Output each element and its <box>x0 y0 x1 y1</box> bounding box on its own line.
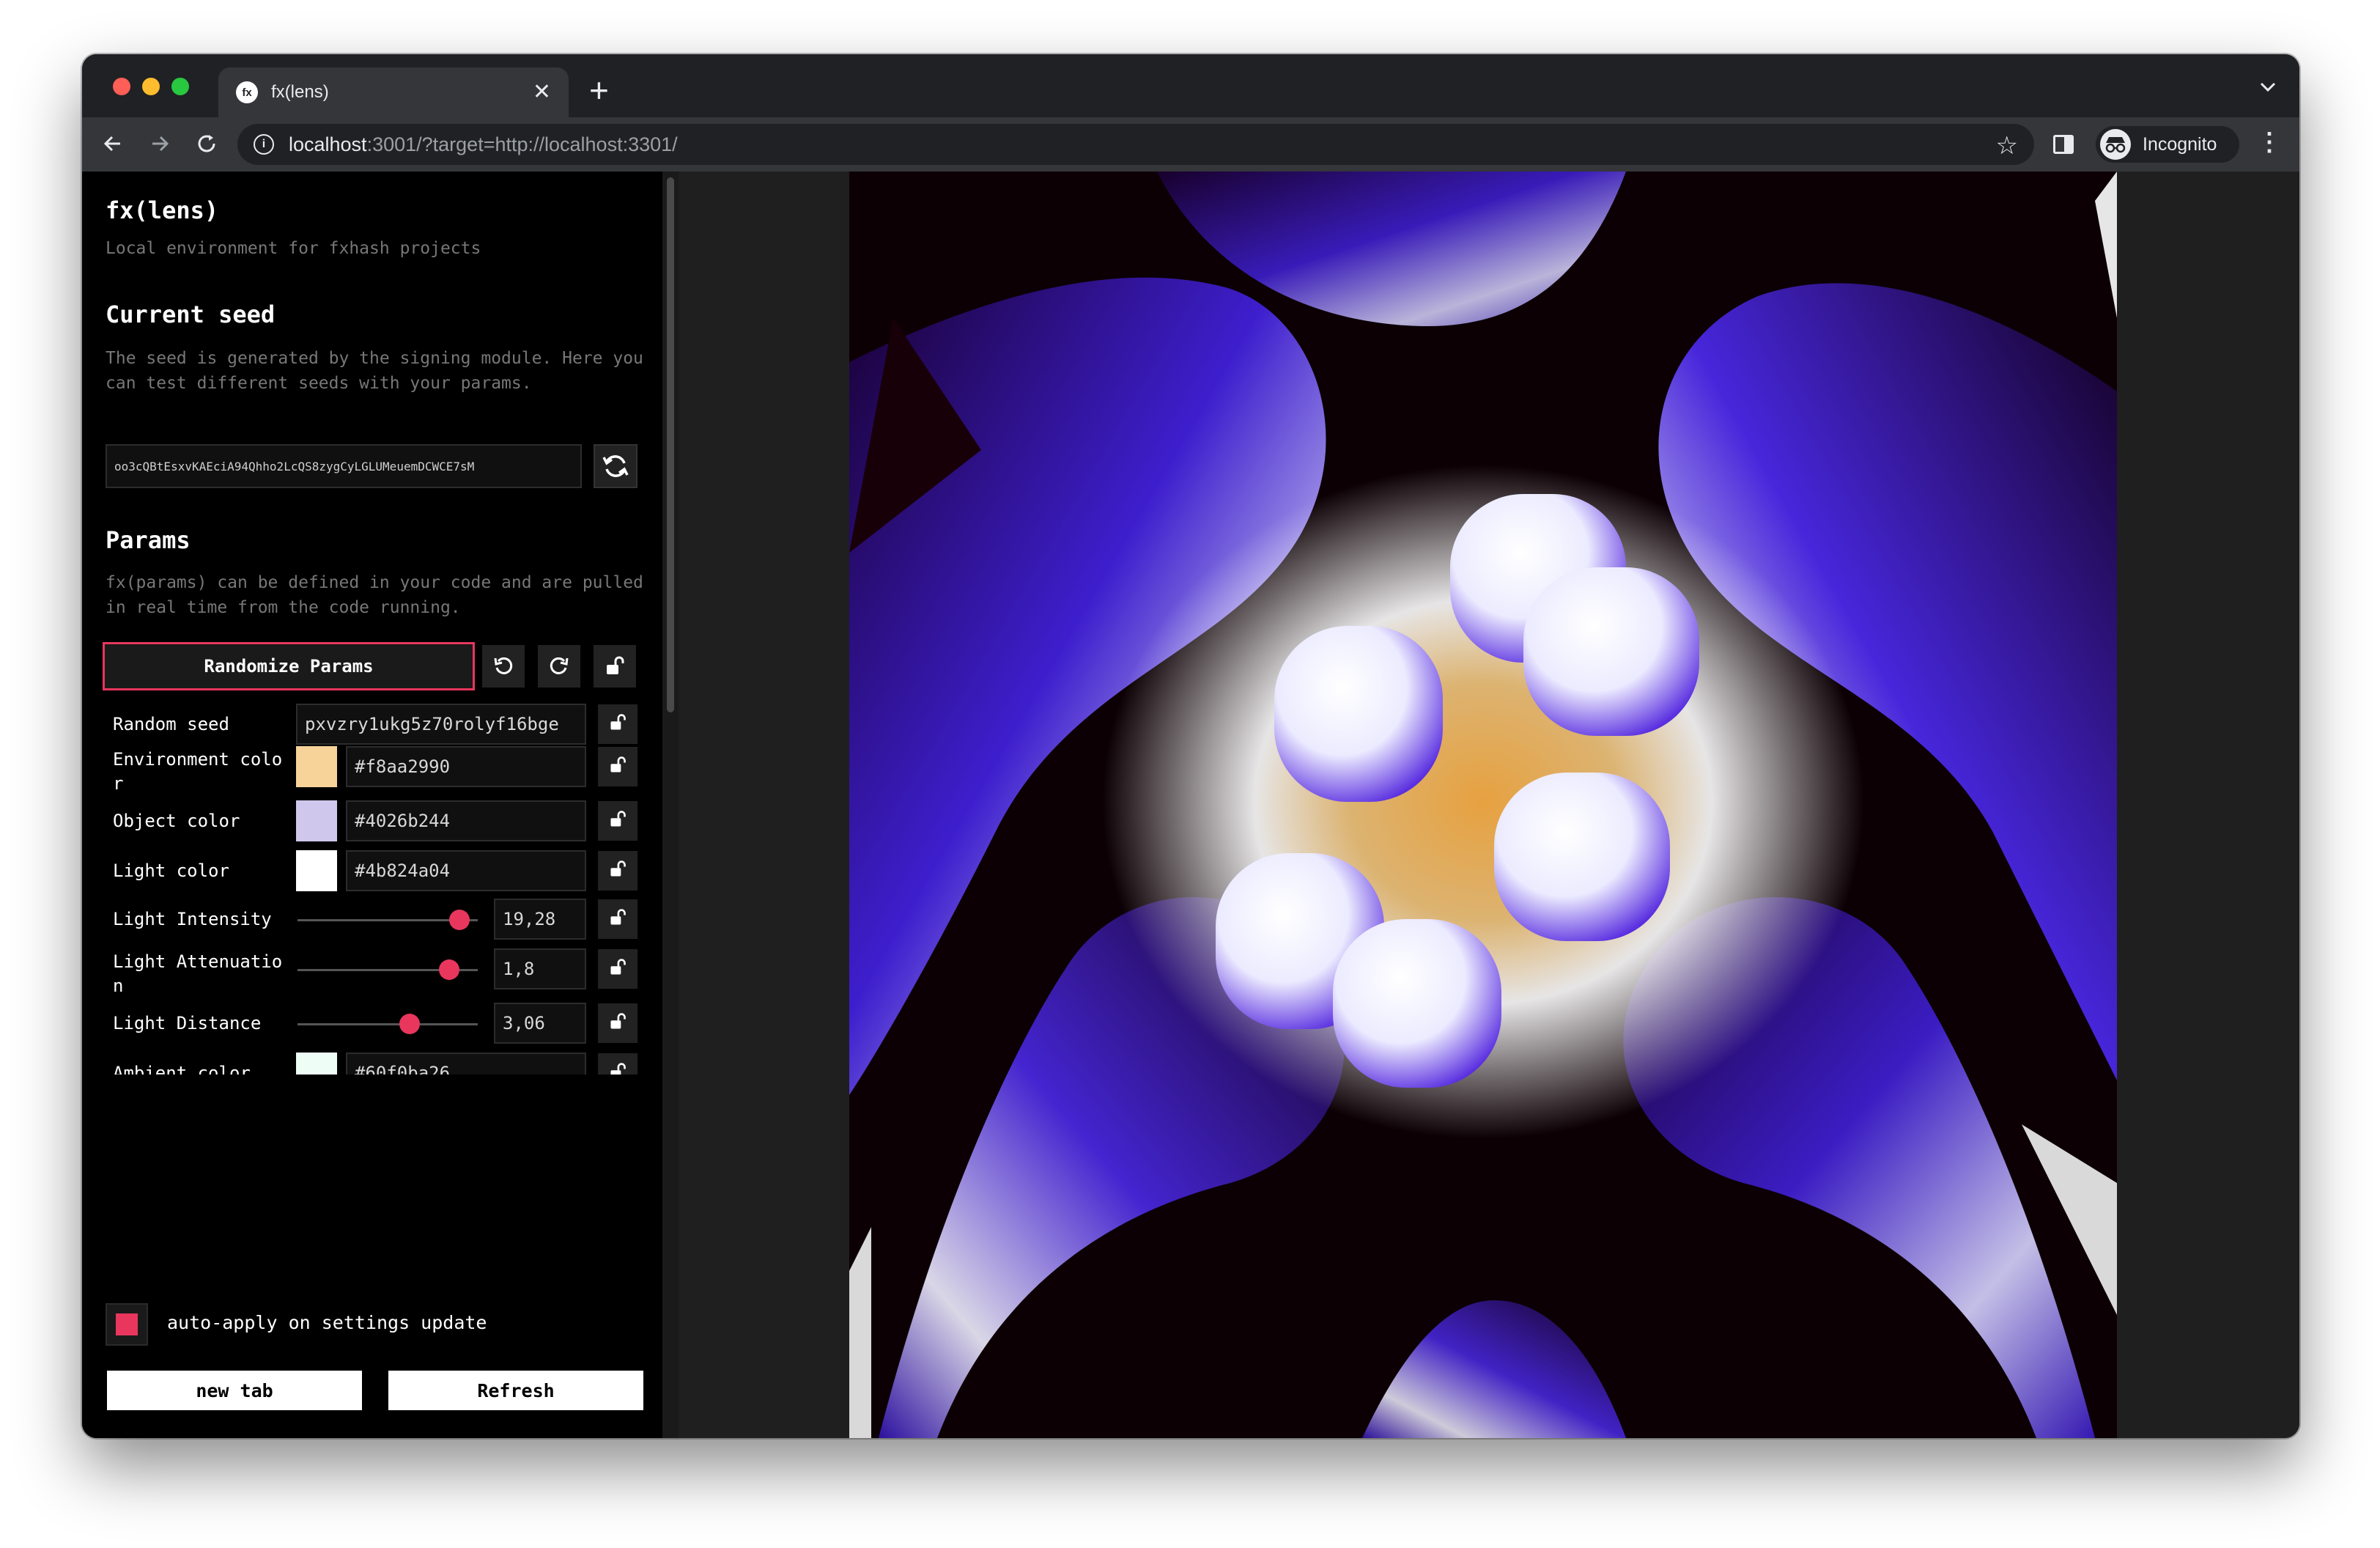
color-swatch[interactable] <box>296 746 337 787</box>
auto-apply-checkbox[interactable] <box>106 1303 148 1346</box>
param-color-input[interactable]: #60f0ba26 <box>346 1053 586 1075</box>
unlock-icon <box>608 1062 627 1075</box>
redo-icon <box>550 657 569 674</box>
unlock-icon <box>608 860 627 882</box>
seed-heading: Current seed <box>106 301 276 328</box>
unlock-icon <box>608 958 627 980</box>
app-subtitle: Local environment for fxhash projects <box>106 239 481 258</box>
param-label: Light Intensity <box>113 909 272 929</box>
param-color-input[interactable]: #4026b244 <box>346 800 586 841</box>
close-window-button[interactable] <box>113 78 130 95</box>
address-bar[interactable]: i localhost:3001/?target=http://localhos… <box>237 124 2034 165</box>
site-info-icon[interactable]: i <box>254 134 274 155</box>
unlock-icon <box>607 656 624 674</box>
back-arrow-icon[interactable] <box>97 128 129 160</box>
param-label: Environment color <box>113 749 283 794</box>
param-slider-thumb[interactable] <box>438 959 459 980</box>
unlock-icon <box>608 810 627 832</box>
app-title: fx(lens) <box>106 196 219 224</box>
reload-icon[interactable] <box>191 128 223 160</box>
title-bar: fx fx(lens) ✕ + <box>82 54 2299 117</box>
param-text-input[interactable]: pxvzry1ukg5z70rolyf16bge <box>296 704 586 745</box>
seed-refresh-button[interactable] <box>594 444 638 488</box>
param-label: Light Distance <box>113 1013 262 1033</box>
params-heading: Params <box>106 526 191 554</box>
param-lock-button[interactable] <box>598 1003 638 1043</box>
unlock-icon <box>608 1012 627 1034</box>
param-lock-button[interactable] <box>598 899 638 939</box>
new-tab-button[interactable]: + <box>589 70 609 110</box>
param-label: Light Attenuation <box>113 951 283 996</box>
param-slider-thumb[interactable] <box>449 910 470 930</box>
unlock-icon <box>608 713 627 735</box>
params-description: fx(params) can be defined in your code a… <box>106 573 643 617</box>
minimize-window-button[interactable] <box>142 78 160 95</box>
seed-input[interactable]: oo3cQBtEsxvKAEciA94Qhho2LcQS8zygCyLGLUMe… <box>106 444 582 488</box>
forward-arrow-icon[interactable] <box>144 128 176 160</box>
param-lock-button[interactable] <box>598 1053 638 1075</box>
params-list: Random seed pxvzry1ukg5z70rolyf16bge Envir… <box>106 702 638 1075</box>
param-label: Light color <box>113 860 229 881</box>
refresh-button[interactable]: Refresh <box>387 1369 645 1412</box>
param-slider-track[interactable] <box>298 1023 478 1025</box>
param-lock-button[interactable] <box>598 747 638 786</box>
incognito-label: Incognito <box>2143 133 2217 155</box>
browser-menu-icon[interactable]: ⋮ <box>2257 128 2282 157</box>
unlock-icon <box>608 908 627 930</box>
param-lock-button[interactable] <box>598 949 638 989</box>
param-lock-button[interactable] <box>598 801 638 841</box>
maximize-window-button[interactable] <box>171 78 189 95</box>
param-label: Object color <box>113 811 240 831</box>
browser-toolbar: i localhost:3001/?target=http://localhos… <box>82 117 2299 172</box>
color-swatch[interactable] <box>296 800 337 841</box>
unlock-icon <box>608 756 627 778</box>
param-label: Random seed <box>113 714 229 734</box>
artwork-canvas[interactable] <box>849 172 2117 1438</box>
incognito-icon <box>2100 129 2131 160</box>
scrollbar-thumb[interactable] <box>667 177 674 712</box>
param-color-input[interactable]: #4b824a04 <box>346 850 586 891</box>
url-path: :3001/?target=http://localhost:3301/ <box>366 133 678 155</box>
bookmark-star-icon[interactable]: ☆ <box>1996 131 2018 161</box>
lock-all-button[interactable] <box>594 645 636 688</box>
param-lock-button[interactable] <box>598 704 638 744</box>
browser-tab[interactable]: fx fx(lens) ✕ <box>218 67 569 117</box>
color-swatch[interactable] <box>296 1053 337 1075</box>
undo-icon <box>494 657 513 674</box>
param-label: Ambient color <box>113 1063 251 1075</box>
url-host: localhost <box>289 133 367 155</box>
sidebar-scrollbar[interactable] <box>662 172 679 1438</box>
new-tab-button-sidebar[interactable]: new tab <box>106 1369 363 1412</box>
param-lock-button[interactable] <box>598 851 638 891</box>
refresh-icon <box>602 455 629 477</box>
incognito-profile-button[interactable]: Incognito <box>2096 126 2239 163</box>
side-panel-icon[interactable] <box>2053 135 2074 154</box>
color-swatch[interactable] <box>296 850 337 891</box>
param-color-input[interactable]: #f8aa2990 <box>346 746 586 787</box>
seed-description: The seed is generated by the signing mod… <box>106 349 643 393</box>
page-content: fx(lens) Local environment for fxhash pr… <box>82 172 2299 1438</box>
param-slider-thumb[interactable] <box>399 1014 420 1034</box>
fxhash-favicon-icon: fx <box>236 81 258 103</box>
generative-artwork-image <box>849 172 2117 1438</box>
auto-apply-label: auto-apply on settings update <box>167 1312 487 1333</box>
checkbox-checked-indicator <box>116 1313 138 1335</box>
fxlens-sidebar: fx(lens) Local environment for fxhash pr… <box>82 172 662 1438</box>
param-number-input[interactable]: 3,06 <box>494 1003 586 1044</box>
tab-title: fx(lens) <box>271 82 329 102</box>
url-text: localhost:3001/?target=http://localhost:… <box>289 133 678 156</box>
tab-close-icon[interactable]: ✕ <box>533 81 551 103</box>
undo-button[interactable] <box>482 645 525 688</box>
redo-button[interactable] <box>538 645 580 688</box>
param-number-input[interactable]: 1,8 <box>494 948 586 989</box>
randomize-params-button[interactable]: Randomize Params <box>103 642 475 690</box>
browser-window: fx fx(lens) ✕ + i localhost:3001/?target… <box>82 54 2299 1438</box>
tab-search-chevron-icon[interactable] <box>2258 76 2277 99</box>
param-number-input[interactable]: 19,28 <box>494 899 586 940</box>
